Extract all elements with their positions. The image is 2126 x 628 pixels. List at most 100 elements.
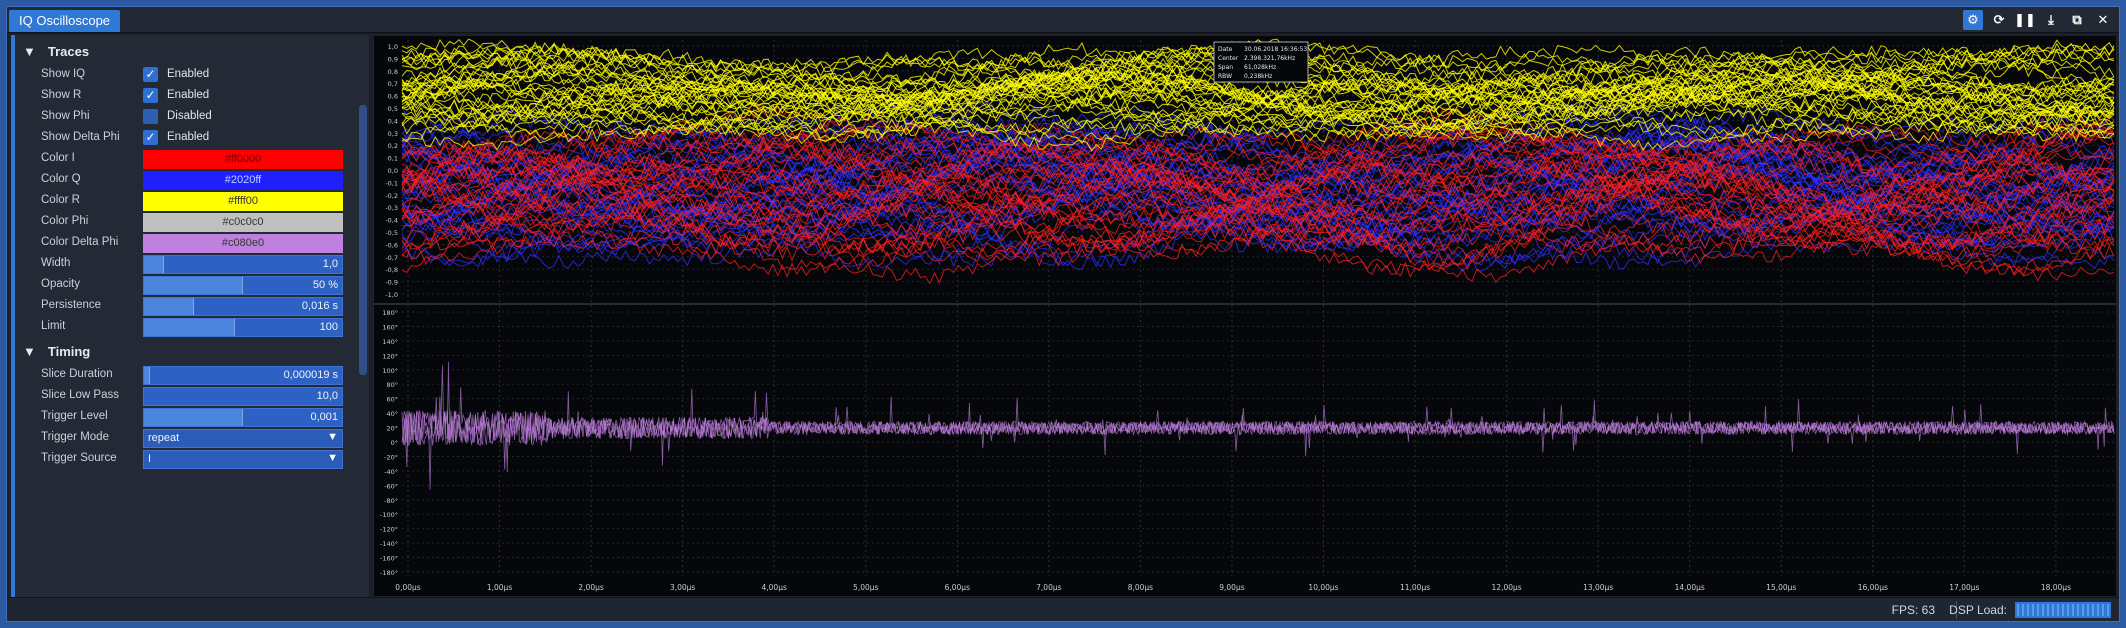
show-phi-checkbox[interactable] <box>143 109 158 124</box>
x-tick-label: 13,00µs <box>1583 583 1613 592</box>
x-tick-label: 14,00µs <box>1675 583 1705 592</box>
color-phi-label: Color Phi <box>41 215 89 227</box>
status-bar: FPS: 63 DSP Load: <box>7 597 2119 621</box>
dsp-load-meter-fill <box>2017 604 2109 616</box>
x-tick-label: 15,00µs <box>1766 583 1796 592</box>
x-tick-label: 1,00µs <box>487 583 512 592</box>
download-icon[interactable]: ⤓ <box>2041 10 2061 30</box>
close-icon[interactable]: ✕ <box>2093 10 2113 30</box>
y-tick-label: 1,0 <box>388 43 398 51</box>
color-q-label: Color Q <box>41 173 81 185</box>
slice-duration-slider[interactable]: 0,000019 s <box>143 366 343 385</box>
show-r-label: Show R <box>41 89 82 101</box>
width-slider[interactable]: 1,0 <box>143 255 343 274</box>
persistence-slider-fill <box>144 298 194 315</box>
y-tick-label: -1,0 <box>385 291 398 299</box>
y-tick-label: 0° <box>391 439 398 447</box>
y-tick-label: 0,5 <box>388 105 398 113</box>
slice-duration-label: Slice Duration <box>41 368 113 380</box>
show-delta-phi-label: Show Delta Phi <box>41 131 120 143</box>
color-phi-picker[interactable]: #c0c0c0 <box>143 213 343 232</box>
color-q-picker[interactable]: #2020ff <box>143 171 343 190</box>
limit-label: Limit <box>41 320 66 332</box>
color-delta-phi-picker[interactable]: #c080e0 <box>143 234 343 253</box>
opacity-value: 50 % <box>312 279 338 291</box>
show-iq-state: Enabled <box>167 68 210 80</box>
traces-section-header[interactable]: ▼ Traces <box>23 41 89 61</box>
y-tick-label: -20° <box>384 453 398 461</box>
trigger-level-label: Trigger Level <box>41 410 108 422</box>
oscilloscope-plot[interactable]: 0,00µs 1,00µs 2,00µs 3,00µs 4,00µs 5,00µs 6,00… <box>374 36 2117 597</box>
show-delta-phi-checkbox[interactable]: ✓ <box>143 130 158 145</box>
limit-slider-fill <box>144 319 236 336</box>
x-tick-label: 16,00µs <box>1858 583 1888 592</box>
y-tick-label: -0,6 <box>385 241 398 249</box>
y-tick-label: 160° <box>382 323 398 331</box>
collapse-triangle-icon: ▼ <box>23 43 36 59</box>
color-delta-phi-label: Color Delta Phi <box>41 236 119 248</box>
trigger-mode-label: Trigger Mode <box>41 431 109 443</box>
x-tick-label: 17,00µs <box>1949 583 1979 592</box>
y-tick-label: 80° <box>386 381 398 389</box>
traces-header-label: Traces <box>47 43 90 59</box>
show-r-state: Enabled <box>167 89 210 101</box>
show-phi-label: Show Phi <box>41 110 90 122</box>
slice-low-pass-value: 10,0 <box>316 390 338 402</box>
x-tick-label: 5,00µs <box>853 583 878 592</box>
y-tick-label: 0,6 <box>388 93 398 101</box>
timing-section-header[interactable]: ▼ Timing <box>23 341 90 361</box>
oscilloscope-window: IQ Oscilloscope ⚙ ⟳ ❚❚ ⤓ ⧉ ✕ ▼ Traces Show IQ… <box>6 6 2120 622</box>
toolbar: ⚙ ⟳ ❚❚ ⤓ ⧉ ✕ <box>1963 10 2113 30</box>
x-tick-label: 4,00µs <box>762 583 787 592</box>
color-r-label: Color R <box>41 194 80 206</box>
delta-phi-trace <box>401 361 2115 467</box>
y-tick-label: -0,1 <box>385 179 398 187</box>
pause-icon[interactable]: ❚❚ <box>2014 10 2036 30</box>
show-r-checkbox[interactable]: ✓ <box>143 88 158 103</box>
tooltip-key: Date <box>1218 46 1233 53</box>
color-i-picker[interactable]: #ff0000 <box>143 150 343 169</box>
y-tick-label: 0,8 <box>388 68 398 76</box>
width-label: Width <box>41 257 71 269</box>
color-r-picker[interactable]: #ffff00 <box>143 192 343 211</box>
tooltip-key: Center <box>1218 55 1239 62</box>
refresh-icon[interactable]: ⟳ <box>1989 10 2009 30</box>
y-tick-label: 0,7 <box>388 80 398 88</box>
x-tick-label: 18,00µs <box>2041 583 2071 592</box>
width-value: 1,0 <box>322 258 338 270</box>
show-iq-checkbox[interactable]: ✓ <box>143 67 158 82</box>
tooltip-key: RBW <box>1218 73 1232 80</box>
x-tick-label: 12,00µs <box>1492 583 1522 592</box>
persistence-slider[interactable]: 0,016 s <box>143 297 343 316</box>
settings-icon[interactable]: ⚙ <box>1963 10 1983 30</box>
oscilloscope-display[interactable]: 0,00µs 1,00µs 2,00µs 3,00µs 4,00µs 5,00µs 6,00… <box>373 35 2117 597</box>
y-tick-label: 140° <box>382 338 398 346</box>
opacity-label: Opacity <box>41 278 80 290</box>
trigger-source-label: Trigger Source <box>41 452 117 464</box>
panel-scrollbar[interactable] <box>359 105 367 375</box>
window-title-tab[interactable]: IQ Oscilloscope <box>9 10 121 32</box>
collapse-triangle-icon: ▼ <box>23 343 36 359</box>
color-i-label: Color I <box>41 152 75 164</box>
show-delta-phi-state: Enabled <box>167 131 210 143</box>
tooltip-value: 2.398.321,76kHz <box>1244 55 1295 62</box>
slice-low-pass-slider[interactable]: 10,0 <box>143 387 343 406</box>
trigger-mode-select[interactable]: repeat ▼ <box>143 429 343 448</box>
trigger-source-select[interactable]: I ▼ <box>143 450 343 469</box>
x-tick-label: 7,00µs <box>1036 583 1061 592</box>
y-tick-label: 0,2 <box>388 142 398 150</box>
slice-duration-slider-fill <box>144 367 150 384</box>
fps-readout: FPS: 63 <box>1891 603 1935 617</box>
y-tick-label: 100° <box>382 367 398 375</box>
limit-slider[interactable]: 100 <box>143 318 343 337</box>
tooltip-key: Span <box>1218 64 1233 71</box>
y-tick-label: 180° <box>382 309 398 317</box>
y-tick-label: 120° <box>382 352 398 360</box>
title-bar: IQ Oscilloscope ⚙ ⟳ ❚❚ ⤓ ⧉ ✕ <box>7 7 2119 33</box>
trigger-level-slider[interactable]: 0,001 <box>143 408 343 427</box>
y-tick-label: 0,9 <box>388 55 398 63</box>
y-tick-label: 60° <box>386 396 398 404</box>
limit-value: 100 <box>319 321 338 333</box>
restore-window-icon[interactable]: ⧉ <box>2067 10 2087 30</box>
opacity-slider[interactable]: 50 % <box>143 276 343 295</box>
